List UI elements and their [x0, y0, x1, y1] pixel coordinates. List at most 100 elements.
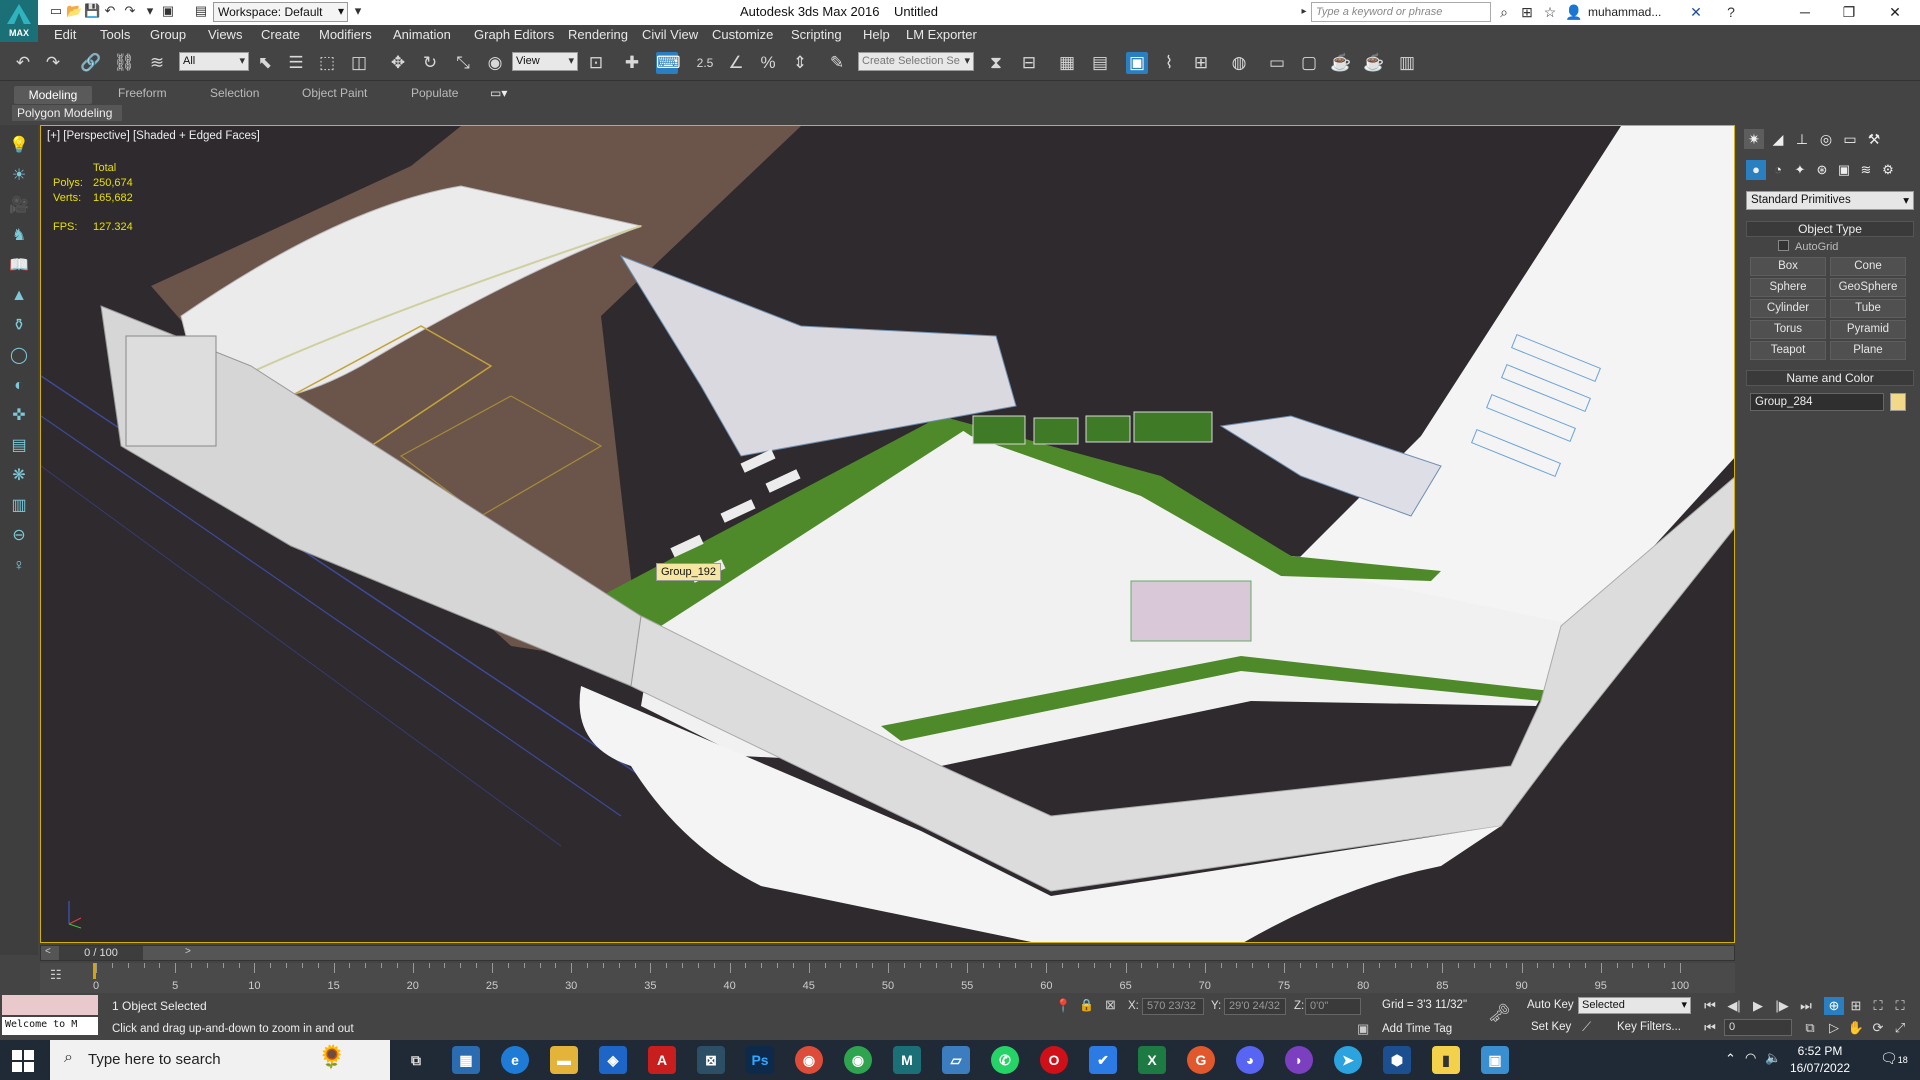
named-selection-sets-dropdown[interactable]: Create Selection Se [858, 52, 974, 71]
book-icon[interactable]: 📖 [8, 255, 30, 277]
redo-icon[interactable]: ↷ [42, 52, 64, 74]
select-and-link-icon[interactable]: 🔗 [80, 52, 102, 74]
ribbon-options-icon[interactable]: ▭▾ [490, 86, 507, 104]
slider-prev-icon[interactable]: < [45, 946, 51, 957]
tube-button[interactable]: Tube [1830, 299, 1906, 318]
cylinder-button[interactable]: Cylinder [1750, 299, 1826, 318]
time-slider-thumb[interactable]: 0 / 100 [59, 946, 143, 960]
menu-group[interactable]: Group [150, 27, 186, 42]
auto-key-button[interactable]: Auto Key [1527, 999, 1574, 1011]
keyboard-shortcut-override-icon[interactable]: ⌨ [656, 52, 681, 74]
time-slider[interactable]: < 0 / 100 > [40, 945, 1735, 961]
task-view-icon[interactable]: ⧉ [402, 1046, 430, 1074]
quick-access-customize-icon[interactable]: ▾ [350, 3, 366, 19]
tab-freeform[interactable]: Freeform [118, 86, 167, 104]
camera-icon[interactable]: 🎥 [8, 195, 30, 217]
taskbar-search-box[interactable]: ⌕ Type here to search 🌻 [50, 1040, 390, 1080]
object-type-rollout[interactable]: Object Type [1746, 221, 1914, 237]
todo-icon[interactable]: ✔ [1089, 1046, 1117, 1074]
helpers-icon[interactable]: ▣ [1834, 160, 1854, 180]
cone-icon[interactable]: ▲ [8, 285, 30, 307]
play-icon[interactable]: ▶ [1748, 997, 1768, 1015]
user-account[interactable]: muhammad... [1588, 5, 1661, 19]
3dsmax-taskbar-icon[interactable]: M [893, 1046, 921, 1074]
menu-rendering[interactable]: Rendering [568, 27, 628, 42]
notification-center-icon[interactable]: 🗨18 [1880, 1050, 1908, 1067]
y-coordinate-field[interactable]: 29'0 24/32 [1224, 998, 1286, 1015]
pivot-center-icon[interactable]: ⊡ [585, 52, 607, 74]
zoom-extents-icon[interactable]: ⛶ [1868, 997, 1888, 1015]
create-tab-icon[interactable]: ✷ [1744, 129, 1764, 149]
maxscript-listener-pink[interactable] [2, 995, 98, 1015]
scene-explorer-icon[interactable]: ▣ [1126, 52, 1148, 74]
zoom-extents-all-icon[interactable]: ⛶ [1890, 997, 1910, 1015]
field-of-view-icon[interactable]: ▷ [1824, 1019, 1844, 1037]
edit-named-selection-icon[interactable]: ✎ [826, 52, 848, 74]
discord-icon[interactable]: ◕ [1236, 1046, 1264, 1074]
pan-view-icon[interactable]: ✋ [1846, 1019, 1866, 1037]
grammarly-icon[interactable]: G [1187, 1046, 1215, 1074]
menu-help[interactable]: Help [863, 27, 890, 42]
object-name-field[interactable]: Group_284 [1750, 393, 1884, 411]
maximize-viewport-icon[interactable]: ⤢ [1890, 1019, 1910, 1037]
torus-icon[interactable]: ⊖ [8, 525, 30, 547]
panel-icon[interactable]: ▤ [8, 435, 30, 457]
sticky-notes-icon[interactable]: ▮ [1432, 1046, 1460, 1074]
name-and-color-rollout[interactable]: Name and Color [1746, 370, 1914, 386]
app-cube-icon[interactable]: ⬢ [1383, 1046, 1411, 1074]
undo-icon[interactable]: ↶ [102, 3, 118, 19]
sun-icon[interactable]: ☀ [8, 165, 30, 187]
menu-scripting[interactable]: Scripting [791, 27, 842, 42]
acrobat-icon[interactable]: A [648, 1046, 676, 1074]
tab-modeling[interactable]: Modeling [14, 86, 92, 104]
window-crossing-icon[interactable]: ◫ [348, 52, 370, 74]
x-coordinate-field[interactable]: 570 23/32 [1142, 998, 1204, 1015]
render-cloud-icon[interactable]: ▥ [1396, 52, 1418, 74]
rendered-frame-window-icon[interactable]: ▢ [1298, 52, 1320, 74]
media-app-icon[interactable]: ◗ [1285, 1046, 1313, 1074]
schematic-view-icon[interactable]: ⊞ [1190, 52, 1212, 74]
percent-snap-icon[interactable]: % [757, 52, 779, 74]
select-manipulate-icon[interactable]: ✚ [621, 52, 643, 74]
chrome-icon[interactable]: ◉ [795, 1046, 823, 1074]
snaps-toggle-icon[interactable]: 2.5 [694, 52, 716, 74]
primitive-category-dropdown[interactable]: Standard Primitives ▾ [1746, 191, 1914, 210]
whatsapp-icon[interactable]: ✆ [991, 1046, 1019, 1074]
save-file-icon[interactable]: 💾 [84, 3, 100, 19]
photos-app-icon[interactable]: ▣ [1481, 1046, 1509, 1074]
curve-editor-icon[interactable]: ⌇ [1158, 52, 1180, 74]
menu-create[interactable]: Create [261, 27, 300, 42]
layer-explorer-icon[interactable]: ▦ [1056, 52, 1078, 74]
geosphere-button[interactable]: GeoSphere [1830, 278, 1906, 297]
render-iterative-icon[interactable]: ☕ [1363, 52, 1385, 74]
zoom-all-icon[interactable]: ⊞ [1846, 997, 1866, 1015]
key-mode-toggle-icon[interactable]: ⏮ [1700, 1019, 1720, 1037]
add-time-tag[interactable]: Add Time Tag [1382, 1023, 1452, 1035]
app-menu-button[interactable]: MAX [0, 0, 38, 42]
sphere-button[interactable]: Sphere [1750, 278, 1826, 297]
character-icon[interactable]: ♞ [8, 225, 30, 247]
hierarchy-tab-icon[interactable]: ⊥ [1792, 129, 1812, 149]
torus-button[interactable]: Torus [1750, 320, 1826, 339]
menu-customize[interactable]: Customize [712, 27, 773, 42]
isolate-selection-icon[interactable]: 📍 [1055, 998, 1071, 1014]
polygon-modeling-panel[interactable]: Polygon Modeling [12, 105, 122, 121]
layers-icon[interactable]: ▥ [8, 495, 30, 517]
exchange-apps-icon[interactable]: ✕ [1687, 3, 1705, 21]
next-frame-icon[interactable]: |▶ [1772, 997, 1792, 1015]
absolute-mode-icon[interactable]: ⊠ [1105, 997, 1116, 1013]
utilities-tab-icon[interactable]: ⚒ [1864, 129, 1884, 149]
rectangular-selection-icon[interactable]: ⬚ [316, 52, 338, 74]
lock-selection-icon[interactable]: 🔒 [1079, 998, 1094, 1012]
transform-gizmo-icon[interactable]: ✜ [8, 405, 30, 427]
slider-next-icon[interactable]: > [185, 946, 191, 957]
minimize-button[interactable]: ─ [1782, 0, 1828, 25]
particles-icon[interactable]: ❋ [8, 465, 30, 487]
move-icon[interactable]: ✥ [387, 52, 409, 74]
project-folder-icon[interactable]: ▣ [160, 3, 176, 19]
chrome-profile-icon[interactable]: ◉ [844, 1046, 872, 1074]
orbit-icon[interactable]: ⟳ [1868, 1019, 1888, 1037]
menu-modifiers[interactable]: Modifiers [319, 27, 372, 42]
undo-icon[interactable]: ↶ [12, 52, 34, 74]
geometry-icon[interactable]: ● [1746, 160, 1766, 180]
